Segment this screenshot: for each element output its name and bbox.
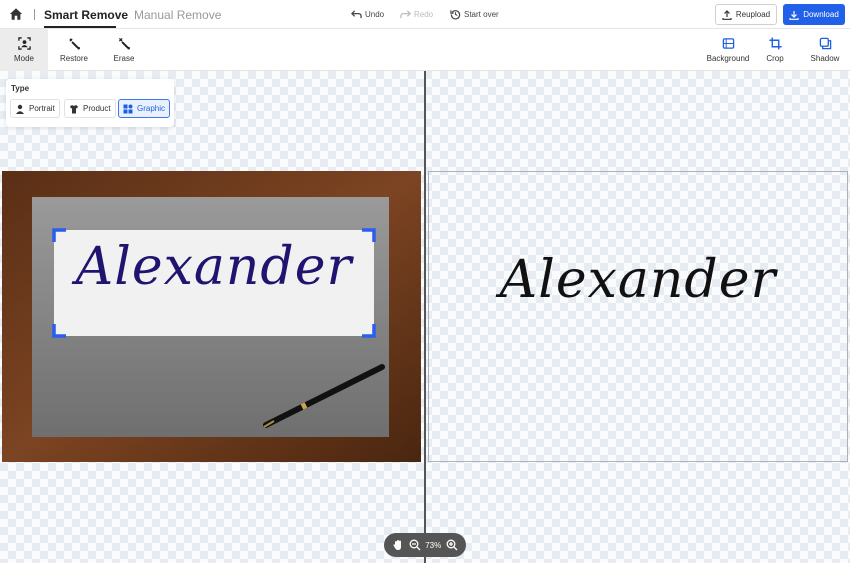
graphic-icon xyxy=(123,104,133,113)
person-icon xyxy=(16,104,24,114)
tool-mode[interactable]: Mode xyxy=(0,29,48,71)
editor-canvas[interactable]: Type Portrait Product Graphic Alexander … xyxy=(0,71,850,563)
original-signature-text: Alexander xyxy=(75,237,353,297)
result-image: Alexander xyxy=(428,171,848,462)
background-icon xyxy=(722,38,734,49)
tool-erase-label: Erase xyxy=(113,54,135,63)
tool-bar: Mode Restore Erase Background Crop Shado… xyxy=(0,29,850,71)
undo-button[interactable]: Undo xyxy=(351,9,384,20)
redo-icon xyxy=(400,10,411,19)
original-image: Alexander xyxy=(2,171,421,462)
home-icon[interactable] xyxy=(9,7,23,21)
start-over-button[interactable]: Start over xyxy=(450,9,499,20)
tool-background-label: Background xyxy=(706,54,750,63)
type-portrait-label: Portrait xyxy=(29,104,55,113)
type-graphic-label: Graphic xyxy=(137,104,166,113)
tool-restore[interactable]: Restore xyxy=(54,29,94,71)
undo-icon xyxy=(351,10,362,19)
type-panel-title: Type xyxy=(11,84,30,93)
tshirt-icon xyxy=(70,104,78,113)
tool-crop[interactable]: Crop xyxy=(760,29,790,71)
undo-label: Undo xyxy=(365,10,385,19)
zoom-controls: 73% xyxy=(384,533,466,557)
top-bar: Smart Remove Manual Remove Undo Redo Sta… xyxy=(0,0,850,29)
zoom-level: 73% xyxy=(425,540,442,550)
mode-icon xyxy=(17,37,31,50)
type-product-button[interactable]: Product xyxy=(64,99,116,118)
download-label: Download xyxy=(803,10,839,19)
tool-restore-label: Restore xyxy=(59,54,88,63)
type-portrait-button[interactable]: Portrait xyxy=(10,99,60,118)
type-graphic-button[interactable]: Graphic xyxy=(118,99,171,118)
erase-icon xyxy=(118,37,130,50)
tab-smart-remove[interactable]: Smart Remove xyxy=(44,8,128,22)
tool-erase[interactable]: Erase xyxy=(108,29,140,71)
redo-label: Redo xyxy=(414,10,434,19)
tab-manual-remove[interactable]: Manual Remove xyxy=(134,8,221,22)
result-signature-text: Alexander xyxy=(499,250,777,310)
tool-shadow-label: Shadow xyxy=(810,54,840,63)
start-over-label: Start over xyxy=(464,10,499,19)
tool-mode-label: Mode xyxy=(13,54,34,63)
zoom-out-icon[interactable] xyxy=(409,539,421,551)
download-button[interactable]: Download xyxy=(783,4,845,25)
type-panel: Type Portrait Product Graphic xyxy=(6,79,174,127)
tool-background[interactable]: Background xyxy=(703,29,753,71)
hand-icon[interactable] xyxy=(392,539,404,551)
restore-icon xyxy=(68,38,80,50)
download-icon xyxy=(789,10,799,20)
crop-icon xyxy=(768,37,782,50)
header-divider xyxy=(34,9,35,20)
type-product-label: Product xyxy=(83,104,111,113)
upload-icon xyxy=(722,9,732,20)
tool-crop-label: Crop xyxy=(766,54,784,63)
active-tab-underline xyxy=(44,26,116,28)
redo-button[interactable]: Redo xyxy=(400,9,433,20)
shadow-icon xyxy=(819,37,831,50)
tool-shadow[interactable]: Shadow xyxy=(806,29,844,71)
start-over-icon xyxy=(450,10,461,20)
reupload-button[interactable]: Reupload xyxy=(715,4,777,25)
reupload-label: Reupload xyxy=(735,10,771,19)
compare-divider[interactable] xyxy=(424,71,426,563)
zoom-in-icon[interactable] xyxy=(446,539,458,551)
